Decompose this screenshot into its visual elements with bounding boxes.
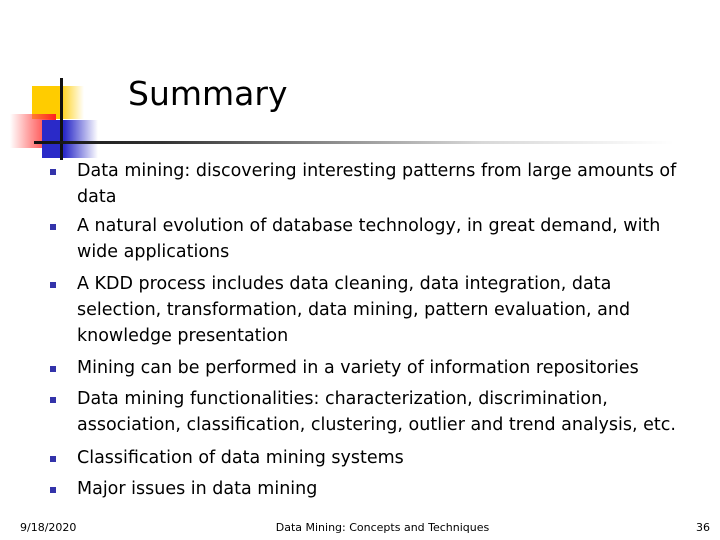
title-underline-rule [34,141,674,144]
square-bullet-icon [50,169,56,175]
decorative-logo [0,0,120,170]
footer-page-number: 36 [696,521,710,534]
logo-vertical-line [60,78,63,160]
bullet-text: A natural evolution of database technolo… [77,216,661,262]
square-bullet-icon [50,282,56,288]
square-bullet-icon [50,487,56,493]
square-bullet-icon [50,397,56,403]
bullet-text: Classification of data mining systems [77,448,404,468]
bullet-text: Data mining: discovering interesting pat… [77,161,677,207]
bullet-text: Data mining functionalities: characteriz… [77,389,676,435]
slide-title: Summary [128,74,288,113]
bullet-text: Major issues in data mining [77,479,318,499]
slide: Summary Data mining: discovering interes… [0,0,720,540]
square-bullet-icon [50,224,56,230]
square-bullet-icon [50,456,56,462]
bullet-text: A KDD process includes data cleaning, da… [77,274,631,346]
bullet-text: Mining can be performed in a variety of … [77,358,639,378]
square-bullet-icon [50,366,56,372]
footer-title: Data Mining: Concepts and Techniques [275,521,490,534]
logo-blue-square [42,120,98,158]
